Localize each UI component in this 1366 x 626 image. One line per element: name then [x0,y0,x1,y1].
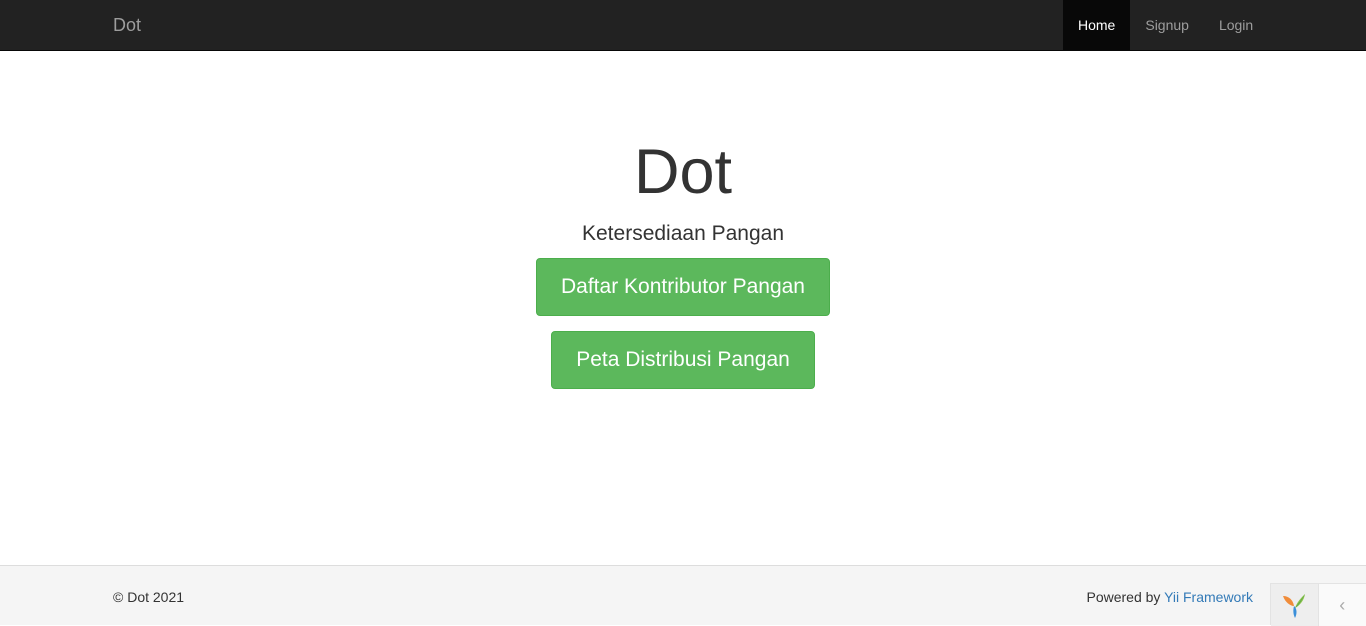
top-navbar: Dot Home Signup Login [0,0,1366,51]
nav-menu: Home Signup Login [1063,0,1268,50]
nav-item-home[interactable]: Home [1063,0,1130,50]
nav-item-signup[interactable]: Signup [1130,0,1204,50]
powered-by-prefix: Powered by [1086,589,1164,605]
footer: © Dot 2021 Powered by Yii Framework [0,565,1366,625]
yii-framework-link[interactable]: Yii Framework [1164,589,1253,605]
jumbotron: Dot Ketersediaan Pangan Daftar Kontribut… [0,51,1366,389]
page-title: Dot [0,138,1366,206]
debug-toolbar: ‹ [1270,583,1366,625]
lead-text: Ketersediaan Pangan [0,219,1366,249]
yii-logo-icon[interactable] [1271,584,1319,626]
peta-distribusi-button[interactable]: Peta Distribusi Pangan [551,331,815,389]
copyright-text: © Dot 2021 [113,589,184,605]
brand-link[interactable]: Dot [113,14,141,36]
nav-item-login[interactable]: Login [1204,0,1268,50]
powered-by: Powered by Yii Framework [1086,589,1253,605]
chevron-left-icon[interactable]: ‹ [1319,584,1366,626]
daftar-kontributor-button[interactable]: Daftar Kontributor Pangan [536,258,830,316]
